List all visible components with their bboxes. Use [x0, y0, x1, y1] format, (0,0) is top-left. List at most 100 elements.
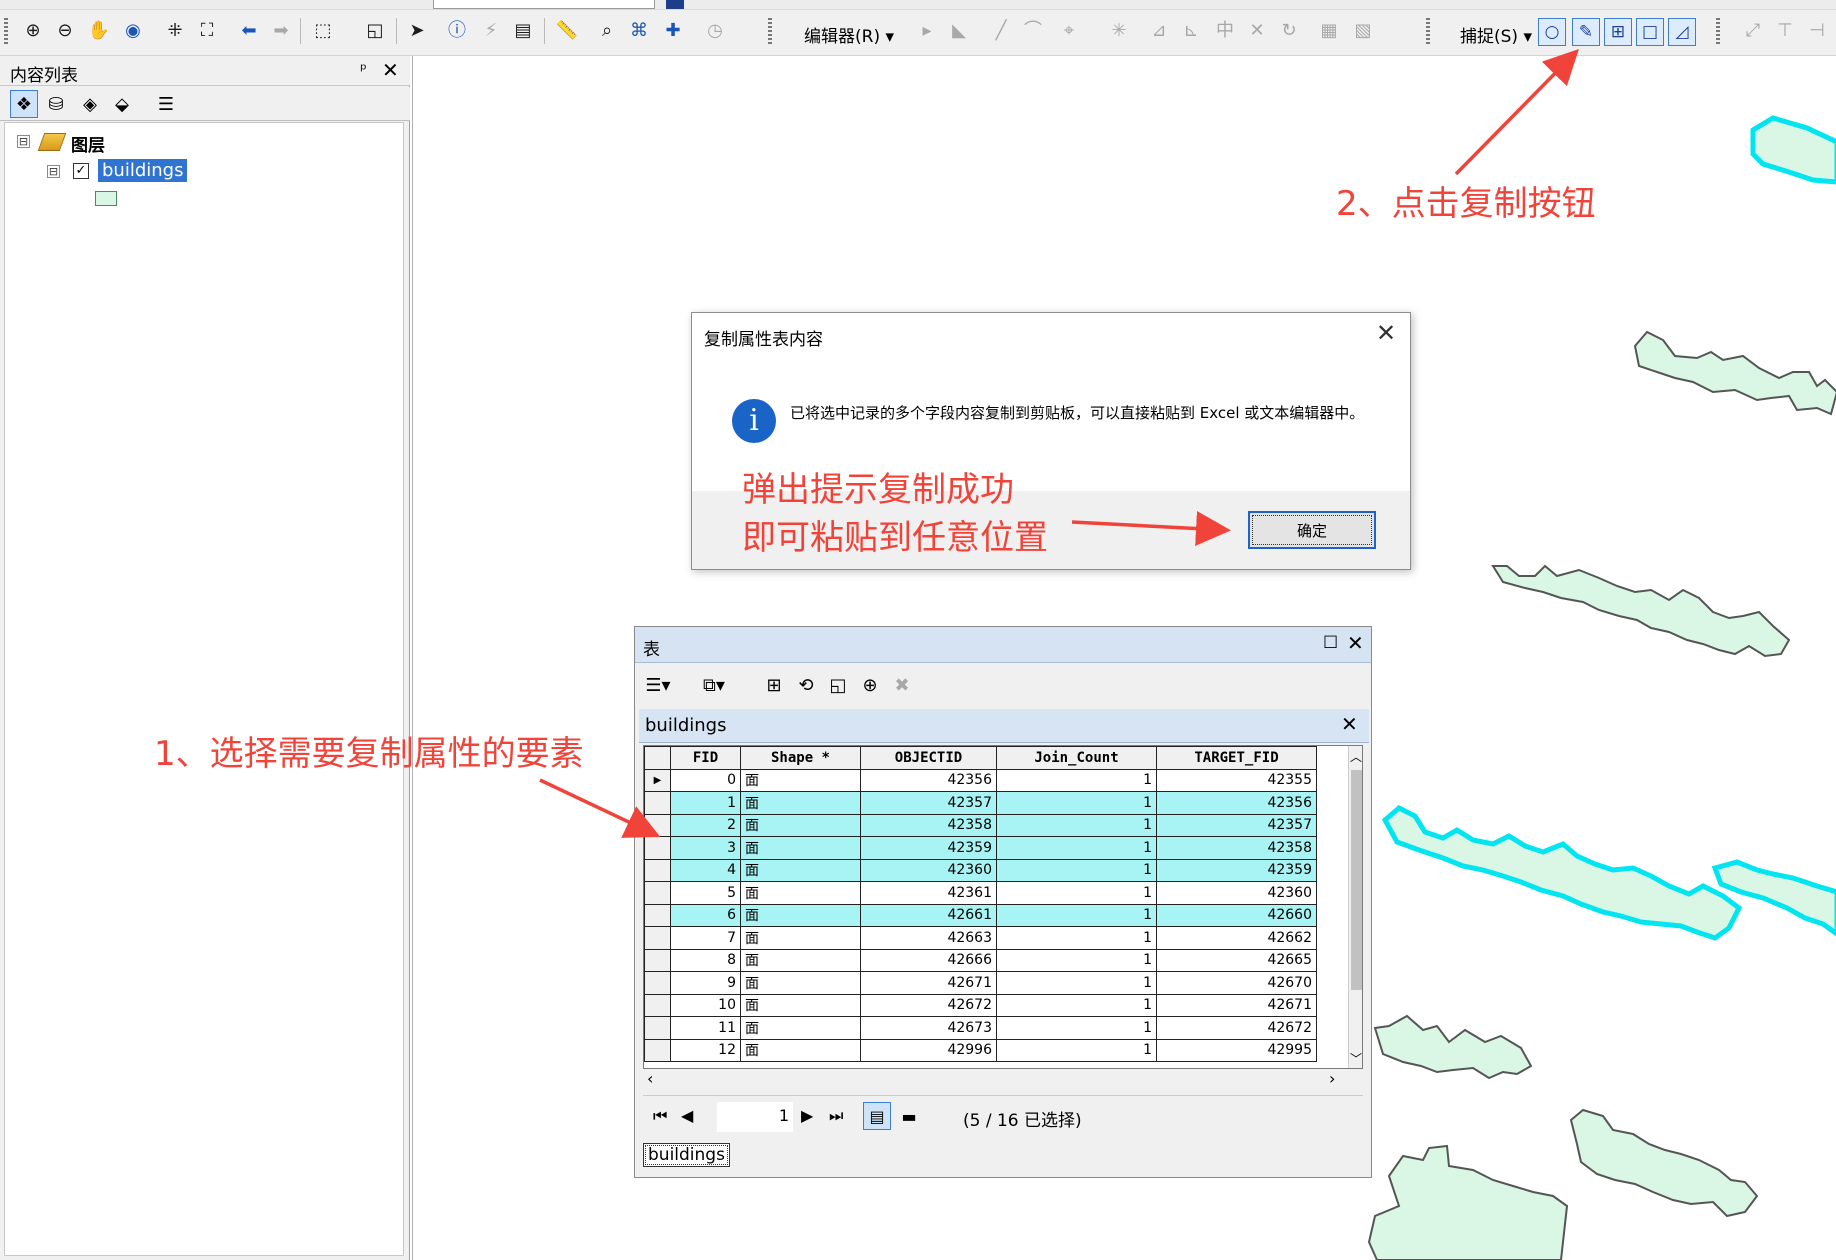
more-tools-icon[interactable]: ⊣ — [1804, 18, 1830, 44]
table-row[interactable]: 11 面 42673 1 42672 — [644, 1016, 1317, 1040]
rotate-icon[interactable]: ↻ — [1276, 18, 1302, 44]
data-frame-label[interactable]: 图层 — [71, 131, 105, 156]
table-row[interactable]: 12 面 42996 1 42995 — [644, 1038, 1317, 1062]
list-by-drawing-order-icon[interactable]: ❖ — [10, 90, 38, 118]
intersection-icon[interactable]: ✳ — [1106, 18, 1132, 44]
maximize-icon[interactable]: ☐ — [1323, 633, 1338, 653]
list-by-selection-icon[interactable]: ⬙ — [108, 90, 136, 118]
row-selector[interactable] — [644, 971, 671, 995]
edit-annotation-icon[interactable]: ◣ — [946, 18, 972, 44]
table-row[interactable]: ▶ 0 面 42356 1 42355 — [644, 768, 1317, 792]
column-header-objectid[interactable]: OBJECTID — [860, 746, 997, 770]
georef-icon[interactable]: ⤢ — [1740, 18, 1766, 44]
row-selector[interactable] — [644, 791, 671, 815]
vertical-scrollbar[interactable]: ︿ ﹀ — [1348, 746, 1362, 1068]
scroll-left-icon[interactable]: ‹ — [647, 1069, 653, 1088]
straight-segment-icon[interactable]: ╱ — [988, 18, 1014, 44]
row-selector[interactable] — [644, 903, 671, 927]
list-by-source-icon[interactable]: ⛁ — [42, 90, 70, 118]
edge-snapping-icon[interactable]: □ — [1636, 18, 1664, 46]
toolbar-grip[interactable] — [768, 18, 772, 44]
end-point-arc-icon[interactable]: ⌒ — [1020, 18, 1046, 44]
clear-selection-icon[interactable]: ◱ — [825, 672, 851, 698]
layer-visibility-checkbox[interactable]: ✓ — [73, 163, 89, 179]
layer-buildings[interactable]: buildings — [98, 159, 188, 182]
show-selected-records-icon[interactable]: ▬ — [895, 1102, 923, 1130]
close-table-icon[interactable]: ✕ — [1341, 712, 1358, 736]
scroll-down-icon[interactable]: ﹀ — [1350, 1050, 1362, 1067]
zoom-out-icon[interactable]: ⊖ — [52, 18, 78, 44]
time-slider-icon[interactable]: ◷ — [702, 18, 728, 44]
snapping-menu[interactable]: 捕捉(S) ▾ — [1460, 22, 1532, 47]
list-by-visibility-icon[interactable]: ◈ — [76, 90, 104, 118]
row-selector[interactable] — [644, 858, 671, 882]
scroll-thumb[interactable] — [1351, 770, 1362, 990]
table-row[interactable]: 10 面 42672 1 42671 — [644, 993, 1317, 1017]
goto-xy-icon[interactable]: ✚ — [660, 18, 686, 44]
row-selector[interactable] — [644, 881, 671, 905]
toolbar-grip[interactable] — [1426, 18, 1430, 44]
forward-arrow-icon[interactable]: ➡ — [268, 18, 294, 44]
table-row[interactable]: 2 面 42358 1 42357 — [644, 813, 1317, 837]
sketch-properties-icon[interactable]: ▧ — [1350, 18, 1376, 44]
current-record-input[interactable]: 1 — [717, 1102, 793, 1132]
scroll-up-icon[interactable]: ︿ — [1350, 748, 1362, 765]
pan-hand-icon[interactable]: ✋ — [86, 18, 112, 44]
pin-icon[interactable]: ᵖ — [360, 60, 367, 79]
expand-toggle[interactable]: ⊟ — [17, 135, 30, 148]
table-row[interactable]: 7 面 42663 1 42662 — [644, 926, 1317, 950]
row-selector[interactable] — [644, 1016, 671, 1040]
column-header-fid[interactable]: FID — [670, 746, 741, 770]
table-row[interactable]: 4 面 42360 1 42359 — [644, 858, 1317, 882]
measure-icon[interactable]: 📏 — [554, 18, 580, 44]
zoom-to-selected-icon[interactable]: ⊕ — [857, 672, 883, 698]
edit-tool-icon[interactable]: ▸ — [914, 18, 940, 44]
last-record-icon[interactable]: ⏭ — [829, 1106, 843, 1126]
editor-menu[interactable]: 编辑器(R) ▾ — [804, 22, 894, 47]
clear-selection-icon[interactable]: ◱ — [362, 18, 388, 44]
delete-selected-icon[interactable]: ✖ — [889, 672, 915, 698]
fixed-zoom-out-icon[interactable]: ⛶ — [194, 18, 220, 44]
vertex-snapping-icon[interactable]: ⊞ — [1604, 18, 1632, 46]
column-header-shape[interactable]: Shape * — [740, 746, 861, 770]
table-row[interactable]: 9 面 42671 1 42670 — [644, 971, 1317, 995]
close-icon[interactable]: ✕ — [1347, 631, 1364, 655]
first-record-icon[interactable]: ⏮ — [653, 1106, 667, 1126]
table-row[interactable]: 8 面 42666 1 42665 — [644, 948, 1317, 972]
point-snapping-icon[interactable]: ○ — [1538, 18, 1566, 46]
point-tool-icon[interactable]: ⌖ — [1056, 18, 1082, 44]
trace-icon[interactable]: ⊤ — [1772, 18, 1798, 44]
toolbar-grip[interactable] — [4, 18, 8, 44]
table-bottom-tab[interactable]: buildings — [643, 1143, 730, 1167]
attributes-icon[interactable]: ▦ — [1316, 18, 1342, 44]
row-selector[interactable] — [644, 813, 671, 837]
select-by-attributes-icon[interactable]: ⊞ — [761, 672, 787, 698]
row-selector[interactable] — [644, 993, 671, 1017]
options-icon[interactable]: ☰ — [152, 90, 180, 118]
switch-selection-icon[interactable]: ⟲ — [793, 672, 819, 698]
split-icon[interactable]: ✕ — [1244, 18, 1270, 44]
zoom-in-icon[interactable]: ⊕ — [20, 18, 46, 44]
copy-attributes-button-icon[interactable]: ✎ — [1572, 18, 1600, 46]
column-header-target-fid[interactable]: TARGET_FID — [1156, 746, 1317, 770]
row-selector[interactable] — [644, 948, 671, 972]
row-selector[interactable]: ▶ — [644, 768, 671, 792]
table-icon[interactable] — [666, 0, 684, 9]
dialog-close-icon[interactable]: ✕ — [1376, 319, 1396, 347]
select-elements-icon[interactable]: ➤ — [404, 18, 430, 44]
next-record-icon[interactable]: ▶ — [801, 1106, 813, 1125]
row-selector[interactable] — [644, 926, 671, 950]
previous-record-icon[interactable]: ◀ — [681, 1106, 693, 1125]
ok-button[interactable]: 确定 — [1248, 511, 1376, 549]
scale-combo[interactable] — [433, 0, 655, 9]
hyperlink-icon[interactable]: ⚡ — [478, 18, 504, 44]
table-row[interactable]: 3 面 42359 1 42358 — [644, 836, 1317, 860]
table-options-icon[interactable]: ☰▾ — [645, 672, 671, 698]
column-header-join-count[interactable]: Join_Count — [996, 746, 1157, 770]
table-row[interactable]: 5 面 42361 1 42360 — [644, 881, 1317, 905]
find-binoculars-icon[interactable]: ⌕ — [594, 18, 620, 44]
end-snapping-icon[interactable]: ◿ — [1668, 18, 1696, 46]
row-selector-header[interactable] — [644, 746, 671, 770]
back-arrow-icon[interactable]: ⬅ — [236, 18, 262, 44]
find-route-icon[interactable]: ⌘ — [626, 18, 652, 44]
